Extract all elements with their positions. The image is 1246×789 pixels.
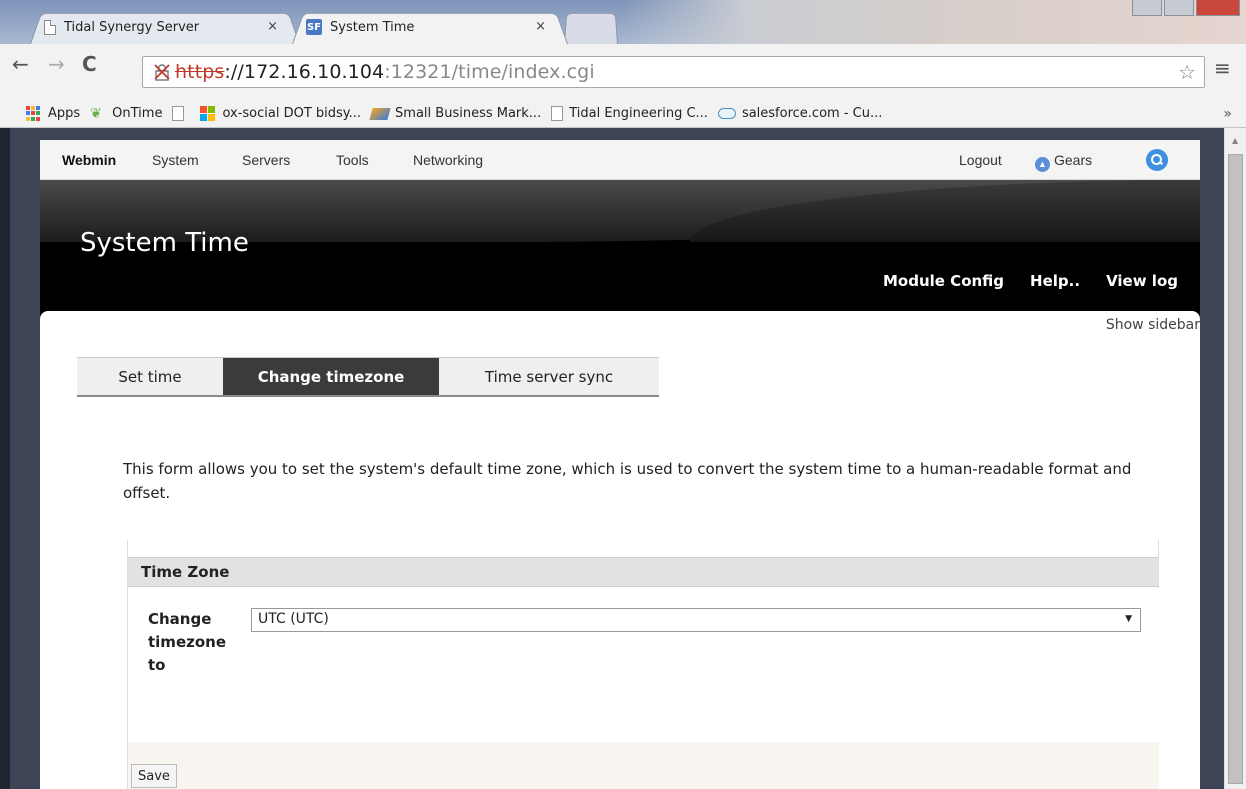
form-description: This form allows you to set the system's… bbox=[123, 460, 1132, 502]
show-sidebar-link[interactable]: Show sidebar bbox=[1106, 317, 1200, 333]
page-title: System Time bbox=[80, 228, 249, 258]
insecure-lock-icon[interactable] bbox=[153, 63, 171, 81]
bookmark-small-business[interactable]: Small Business Mark... bbox=[369, 106, 542, 121]
browser-tab-strip: Tidal Synergy Server × SF System Time × bbox=[0, 0, 1246, 44]
bookmarks-bar: Apps ❦ OnTime ox-social DOT bidsy... Sma… bbox=[0, 100, 1246, 128]
leaf-icon: ❦ bbox=[90, 105, 102, 122]
webmin-page: Webmin System Servers Tools Networking L… bbox=[40, 140, 1200, 789]
apps-grid-icon bbox=[26, 105, 42, 122]
bookmark-label: ox-social DOT bidsy... bbox=[222, 106, 362, 121]
url-host: ://172.16.10.104 bbox=[224, 61, 385, 83]
bookmarks-overflow-icon[interactable]: » bbox=[1223, 106, 1232, 122]
browser-toolbar: ← → C https://172.16.10.104:12321/time/i… bbox=[0, 44, 1246, 100]
tab-set-time[interactable]: Set time bbox=[77, 358, 223, 395]
gears-label: Gears bbox=[1054, 152, 1093, 168]
bookmark-label: Small Business Mark... bbox=[395, 106, 542, 121]
url-text: https://172.16.10.104:12321/time/index.c… bbox=[175, 61, 595, 83]
tag-icon bbox=[369, 107, 391, 120]
back-arrow-icon[interactable]: ← bbox=[12, 52, 29, 76]
tab-change-timezone[interactable]: Change timezone bbox=[223, 358, 439, 395]
left-edge bbox=[0, 128, 10, 789]
tab-title: System Time bbox=[330, 19, 415, 35]
bookmark-label: Apps bbox=[48, 106, 81, 121]
address-bar[interactable]: https://172.16.10.104:12321/time/index.c… bbox=[142, 56, 1205, 88]
nav-webmin[interactable]: Webmin bbox=[62, 152, 116, 168]
bookmark-ox-social[interactable]: ox-social DOT bidsy... bbox=[200, 105, 362, 122]
scrollbar-thumb[interactable] bbox=[1228, 154, 1243, 784]
maximize-button[interactable] bbox=[1164, 0, 1194, 16]
bookmark-apps[interactable]: Apps bbox=[26, 105, 81, 122]
forward-arrow-icon[interactable]: → bbox=[48, 52, 65, 76]
nav-system[interactable]: System bbox=[152, 152, 199, 168]
help-link[interactable]: Help.. bbox=[1030, 272, 1080, 290]
page-icon bbox=[172, 106, 185, 121]
url-scheme: https bbox=[175, 61, 225, 83]
view-log-link[interactable]: View log bbox=[1106, 272, 1178, 290]
window-close-button[interactable] bbox=[1196, 0, 1240, 16]
vertical-scrollbar[interactable]: ▲ bbox=[1224, 128, 1246, 789]
save-button[interactable]: Save bbox=[131, 764, 177, 788]
bookmark-star-icon[interactable]: ☆ bbox=[1178, 60, 1196, 84]
nav-servers[interactable]: Servers bbox=[242, 152, 290, 168]
logout-link[interactable]: Logout bbox=[959, 152, 1002, 168]
timezone-select-value: UTC (UTC) bbox=[258, 611, 329, 627]
nav-networking[interactable]: Networking bbox=[413, 152, 483, 168]
bookmark-label: Tidal Engineering C... bbox=[569, 106, 708, 121]
panel-heading: Time Zone bbox=[128, 557, 1159, 587]
minimize-button[interactable] bbox=[1132, 0, 1162, 16]
page-icon bbox=[551, 106, 564, 121]
url-path: :12321/time/index.cgi bbox=[384, 61, 595, 83]
browser-tab-tidal[interactable]: Tidal Synergy Server × bbox=[30, 10, 300, 44]
scroll-up-arrow-icon[interactable]: ▲ bbox=[1232, 136, 1238, 145]
bookmark-ontime[interactable]: ❦ OnTime bbox=[90, 106, 162, 122]
tab-title: Tidal Synergy Server bbox=[64, 19, 200, 35]
nav-tools[interactable]: Tools bbox=[336, 152, 369, 168]
bookmark-blank-page[interactable] bbox=[172, 106, 190, 121]
bookmark-label: salesforce.com - Cu... bbox=[741, 106, 883, 121]
panel-footer: Save bbox=[128, 742, 1159, 789]
dropdown-arrow-icon: ▼ bbox=[1125, 614, 1132, 624]
panel-body: Change timezone to UTC (UTC) ▼ bbox=[128, 588, 1159, 742]
cloud-icon bbox=[717, 108, 736, 119]
reload-icon[interactable]: C bbox=[82, 52, 97, 76]
tab-close-icon[interactable]: × bbox=[267, 19, 278, 34]
module-header: System Time Module Config Help.. View lo… bbox=[40, 180, 1200, 322]
module-links: Module Config Help.. View log bbox=[883, 272, 1178, 290]
content-area: Show sidebar Set time Change timezone Ti… bbox=[40, 311, 1200, 789]
bookmark-label: OnTime bbox=[112, 106, 163, 121]
search-icon[interactable] bbox=[1146, 149, 1168, 171]
browser-tab-system-time[interactable]: SF System Time × bbox=[292, 10, 568, 44]
page-icon bbox=[44, 19, 56, 35]
timezone-select[interactable]: UTC (UTC) ▼ bbox=[251, 608, 1141, 632]
up-arrow-icon: ▲ bbox=[1035, 157, 1050, 172]
timezone-field-label: Change timezone to bbox=[148, 610, 227, 674]
windows-logo-icon bbox=[200, 105, 216, 122]
time-zone-panel: Time Zone Change timezone to UTC (UTC) ▼… bbox=[127, 540, 1159, 789]
sf-favicon-icon: SF bbox=[306, 19, 322, 35]
tab-time-server-sync[interactable]: Time server sync bbox=[439, 358, 659, 395]
window-controls bbox=[1132, 0, 1240, 16]
module-config-link[interactable]: Module Config bbox=[883, 272, 1004, 290]
tab-close-icon[interactable]: × bbox=[535, 19, 546, 34]
browser-menu-icon[interactable]: ≡ bbox=[1214, 56, 1231, 80]
bookmark-tidal-engineering[interactable]: Tidal Engineering C... bbox=[551, 106, 708, 121]
tab-bar: Set time Change timezone Time server syn… bbox=[77, 357, 659, 397]
new-tab-button[interactable] bbox=[564, 10, 618, 44]
webmin-top-nav: Webmin System Servers Tools Networking L… bbox=[40, 140, 1200, 180]
gears-link[interactable]: ▲ Gears bbox=[1035, 152, 1092, 172]
bookmark-salesforce[interactable]: salesforce.com - Cu... bbox=[717, 106, 883, 121]
